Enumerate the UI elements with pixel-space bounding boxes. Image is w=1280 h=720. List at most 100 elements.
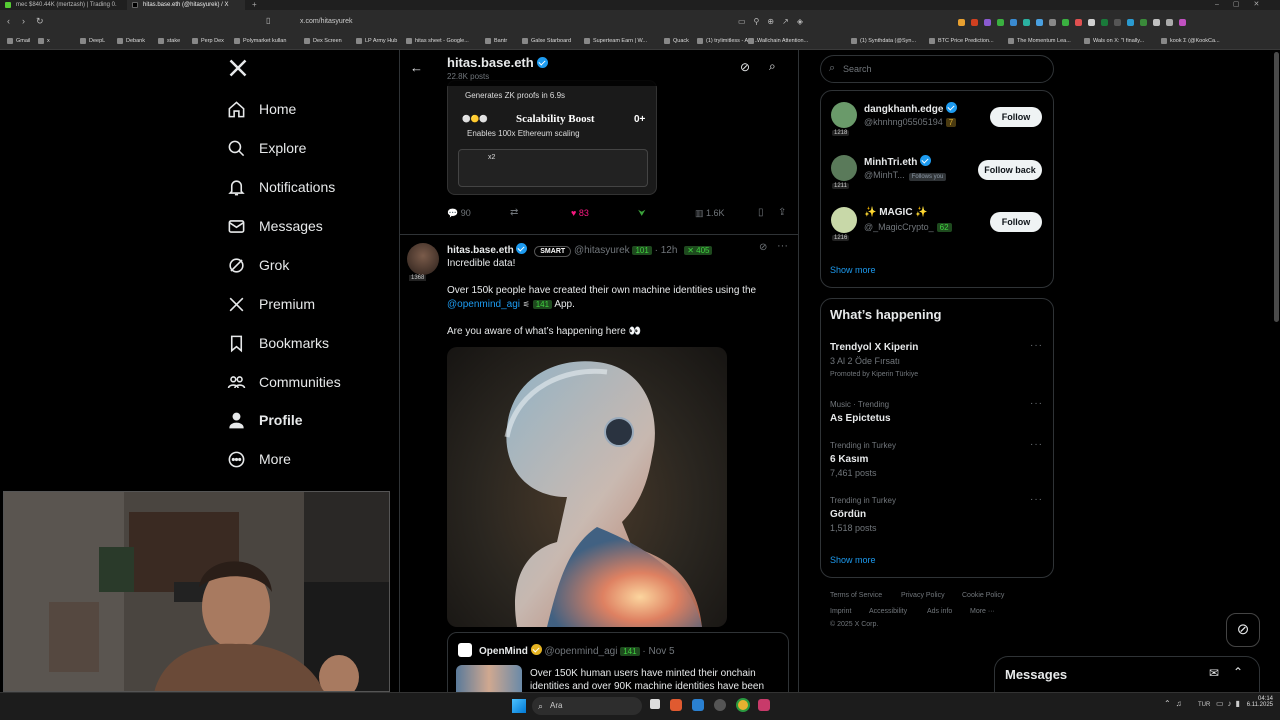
tray-icons[interactable]: ⌃♫ xyxy=(1164,699,1187,708)
tip-icon[interactable]: ⮟ xyxy=(638,208,646,219)
bookmark-item[interactable]: DeepL xyxy=(80,38,105,44)
extension-icon[interactable] xyxy=(1114,19,1121,26)
more-options-icon[interactable]: ··· xyxy=(777,240,788,252)
trend-title[interactable]: Gördün xyxy=(830,509,866,520)
bookmark-item[interactable]: stake xyxy=(158,38,180,44)
bookmark-item[interactable]: Polymarket kullan xyxy=(234,38,286,44)
new-message-icon[interactable]: ✉ xyxy=(1209,666,1219,680)
views-button[interactable]: ▥ 1.6K xyxy=(695,208,725,219)
extension-icon[interactable] xyxy=(1153,19,1160,26)
extension-icon[interactable] xyxy=(1179,19,1186,26)
vscode-icon[interactable] xyxy=(692,699,704,711)
extension-icon[interactable] xyxy=(1101,19,1108,26)
grok-post-icon[interactable]: ⊘ xyxy=(759,242,767,253)
footer-link[interactable]: Imprint xyxy=(830,608,851,615)
expand-chevron-icon[interactable]: ⌃ xyxy=(1233,665,1243,679)
avatar[interactable] xyxy=(407,243,439,275)
footer-link[interactable]: Privacy Policy xyxy=(901,592,945,599)
extension-icon[interactable] xyxy=(1127,19,1134,26)
follow-suggestion-name[interactable]: MinhTri.eth xyxy=(864,155,932,168)
trend-more-icon[interactable]: ··· xyxy=(1030,340,1043,351)
previous-post-image[interactable]: Generates ZK proofs in 6.9s ⚪🟡⚪ Scalabil… xyxy=(447,80,657,195)
post-timestamp[interactable]: 12h xyxy=(661,245,678,256)
extension-icon[interactable] xyxy=(1010,19,1017,26)
trend-title[interactable]: As Epictetus xyxy=(830,413,891,424)
trend-title[interactable]: 6 Kasım xyxy=(830,454,868,465)
nav-item-messages[interactable]: Messages xyxy=(227,211,323,241)
nav-item-grok[interactable]: Grok xyxy=(227,250,289,280)
post-author-name[interactable]: hitas.base.eth xyxy=(447,245,514,256)
follow-suggestion-name[interactable]: ✨ MAGIC ✨ xyxy=(864,207,928,218)
window-controls[interactable]: –▢✕ xyxy=(1215,0,1273,8)
post-author-handle[interactable]: @hitasyurek xyxy=(574,245,630,256)
bookmark-item[interactable]: LP Army Hub xyxy=(356,38,397,44)
nav-item-premium[interactable]: Premium xyxy=(227,289,315,319)
footer-link[interactable]: Terms of Service xyxy=(830,592,882,599)
follow-back-button[interactable]: Follow back xyxy=(978,160,1042,180)
bookmark-item[interactable]: The Momentum Lea... xyxy=(1008,38,1071,44)
search-input[interactable]: ⌕ Search xyxy=(820,55,1054,83)
extension-icon[interactable] xyxy=(1075,19,1082,26)
follow-button[interactable]: Follow xyxy=(990,107,1042,127)
mention-link[interactable]: @openmind_agi xyxy=(447,299,520,310)
reply-button[interactable]: 💬 90 xyxy=(447,208,471,219)
post-image[interactable] xyxy=(447,347,727,627)
chrome-icon[interactable] xyxy=(736,698,750,712)
grok-header-icon[interactable]: ⊘ xyxy=(740,60,750,74)
extension-icon[interactable] xyxy=(1023,19,1030,26)
footer-link[interactable]: Accessibility xyxy=(869,608,907,615)
nav-item-communities[interactable]: Communities xyxy=(227,367,341,397)
extension-icon[interactable] xyxy=(1036,19,1043,26)
quoted-post[interactable]: OpenMind @openmind_agi 141 · Nov 5 Over … xyxy=(447,632,789,692)
trend-more-icon[interactable]: ··· xyxy=(1030,398,1043,409)
footer-link[interactable]: Ads info xyxy=(927,608,952,615)
page-scrollbar[interactable] xyxy=(1274,52,1279,322)
trend-title[interactable]: Trendyol X Kiperin xyxy=(830,342,918,353)
taskbar-search[interactable]: ⌕ Ara xyxy=(532,697,642,715)
show-more-link[interactable]: Show more xyxy=(830,265,876,275)
grok-fab-icon[interactable]: ⊘ xyxy=(1226,613,1260,647)
new-tab-icon[interactable]: + xyxy=(252,0,257,9)
nav-item-notifications[interactable]: Notifications xyxy=(227,172,335,202)
avatar[interactable] xyxy=(831,155,857,181)
bookmark-item[interactable]: Dex Screen xyxy=(304,38,342,44)
extension-icon[interactable] xyxy=(1166,19,1173,26)
bookmark-item[interactable]: x xyxy=(38,38,50,44)
messages-dock[interactable]: Messages ✉ ⌃ xyxy=(994,656,1260,692)
bookmark-item[interactable]: Quack xyxy=(664,38,689,44)
like-button[interactable]: ♥ 83 xyxy=(571,208,589,218)
trend-more-icon[interactable]: ··· xyxy=(1030,439,1043,450)
share-icon[interactable]: ⇪ xyxy=(778,207,786,218)
extension-icon[interactable] xyxy=(1088,19,1095,26)
nav-item-explore[interactable]: Explore xyxy=(227,133,306,163)
footer-link[interactable]: Cookie Policy xyxy=(962,592,1004,599)
bookmark-item[interactable]: Bantr xyxy=(485,38,507,44)
address-bar-actions[interactable]: ▭⚲⊕↗◈ xyxy=(738,17,811,26)
app-icon[interactable] xyxy=(714,699,726,711)
bookmark-item[interactable]: hitas sheet - Google... xyxy=(406,38,469,44)
app-icon[interactable] xyxy=(758,699,770,711)
clock[interactable]: 04:14 6.11.2025 xyxy=(1243,696,1273,708)
extension-icon[interactable] xyxy=(997,19,1004,26)
avatar[interactable] xyxy=(831,102,857,128)
quote-author-handle[interactable]: @openmind_agi xyxy=(544,646,617,657)
bookmark-page-icon[interactable]: ▯ xyxy=(266,16,270,25)
trends-show-more-link[interactable]: Show more xyxy=(830,555,876,565)
bookmark-item[interactable]: BTC Price Prediction... xyxy=(929,38,994,44)
bookmark-item[interactable]: Galxe Starboard xyxy=(522,38,571,44)
footer-link[interactable]: More ··· xyxy=(970,608,995,615)
bookmark-item[interactable]: Wallchain Attention... xyxy=(748,38,808,44)
back-icon[interactable]: ‹ xyxy=(7,16,10,26)
bookmark-post-icon[interactable]: ▯ xyxy=(758,207,764,218)
windows-start-icon[interactable] xyxy=(512,699,526,713)
avatar[interactable] xyxy=(831,207,857,233)
bookmark-item[interactable]: (1) Synthdata (@Syn... xyxy=(851,38,916,44)
network-volume-icons[interactable]: ▭♪▮ xyxy=(1216,699,1244,708)
bookmark-item[interactable]: kook Σ (@KookCa... xyxy=(1161,38,1220,44)
extension-icon[interactable] xyxy=(958,19,965,26)
bookmark-item[interactable]: Perp Dex xyxy=(192,38,224,44)
extension-icon[interactable] xyxy=(1140,19,1147,26)
forward-icon[interactable]: › xyxy=(22,16,25,26)
bookmark-item[interactable]: Gmail xyxy=(7,38,30,44)
extension-icon[interactable] xyxy=(1062,19,1069,26)
